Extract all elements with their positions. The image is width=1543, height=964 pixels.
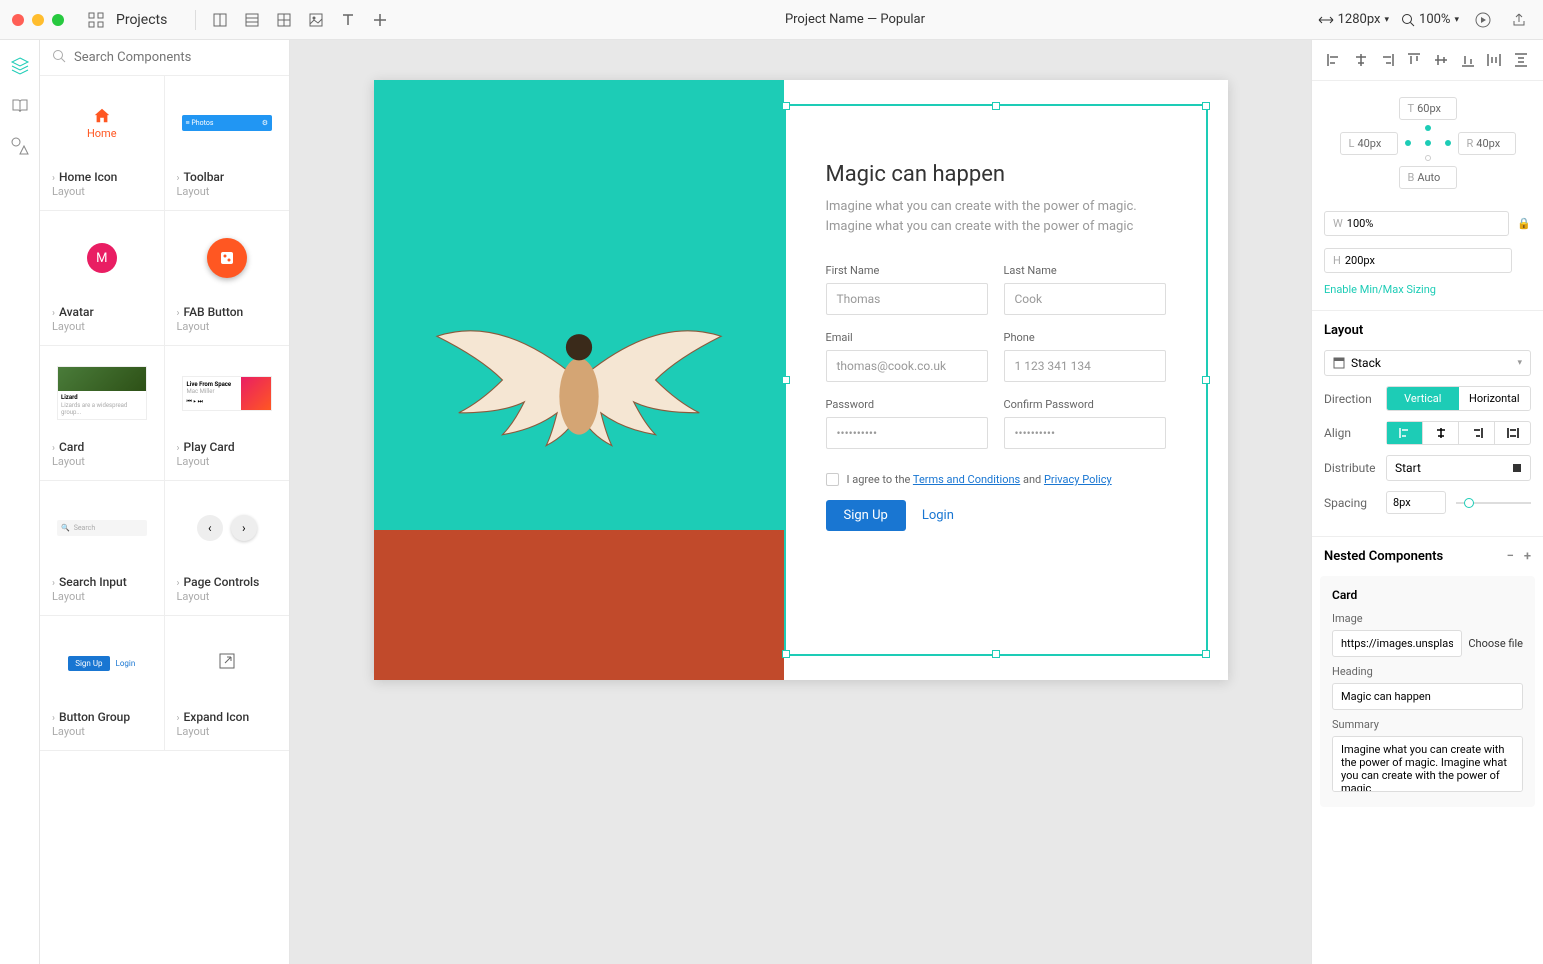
components-panel: Home ›Home Icon Layout ≡ Photos⚙ ›Toolba… bbox=[40, 40, 290, 964]
image-url-input[interactable] bbox=[1332, 630, 1462, 657]
email-input[interactable]: thomas@cook.co.uk bbox=[826, 350, 988, 382]
phone-label: Phone bbox=[1004, 331, 1166, 344]
heading-input[interactable] bbox=[1332, 683, 1523, 710]
distribute-v-icon[interactable] bbox=[1511, 50, 1531, 70]
phone-input[interactable]: 1 123 341 134 bbox=[1004, 350, 1166, 382]
rows-tool-icon[interactable] bbox=[240, 8, 264, 32]
align-left-icon[interactable] bbox=[1324, 50, 1344, 70]
canvas-area[interactable]: Magic can happen Imagine what you can cr… bbox=[290, 40, 1311, 964]
text-tool-icon[interactable] bbox=[336, 8, 360, 32]
padding-bottom-input[interactable]: BAuto bbox=[1399, 166, 1457, 189]
grid-tool-icon[interactable] bbox=[272, 8, 296, 32]
search-components-input[interactable] bbox=[74, 50, 277, 65]
library-icon[interactable] bbox=[10, 96, 30, 116]
nested-card-title: Card bbox=[1332, 588, 1523, 602]
form-summary: Imagine what you can create with the pow… bbox=[826, 197, 1166, 236]
agree-checkbox[interactable] bbox=[826, 473, 839, 486]
canvas-width-control[interactable]: 1280px ▾ bbox=[1318, 12, 1389, 27]
signup-form-selected[interactable]: Magic can happen Imagine what you can cr… bbox=[784, 104, 1208, 656]
minimize-window[interactable] bbox=[32, 14, 44, 26]
login-link[interactable]: Login bbox=[922, 508, 954, 523]
signup-button[interactable]: Sign Up bbox=[826, 500, 906, 531]
password-input[interactable]: •••••••••• bbox=[826, 417, 988, 449]
nested-card-section: Card Image Choose file Heading Summary bbox=[1320, 576, 1535, 807]
distribute-select[interactable]: Start bbox=[1386, 455, 1531, 481]
spacing-slider[interactable] bbox=[1456, 502, 1531, 504]
component-expand-icon[interactable]: ›Expand Icon Layout bbox=[165, 616, 290, 750]
lock-aspect-icon[interactable]: 🔒 bbox=[1517, 217, 1531, 230]
email-label: Email bbox=[826, 331, 988, 344]
first-name-label: First Name bbox=[826, 264, 988, 277]
password-label: Password bbox=[826, 398, 988, 411]
distribute-h-icon[interactable] bbox=[1484, 50, 1504, 70]
align-segmented[interactable] bbox=[1386, 421, 1531, 445]
padding-left-input[interactable]: L40px bbox=[1340, 132, 1398, 155]
layers-icon[interactable] bbox=[10, 56, 30, 76]
artboard[interactable]: Magic can happen Imagine what you can cr… bbox=[374, 80, 1228, 680]
form-heading: Magic can happen bbox=[826, 162, 1166, 187]
align-hcenter-icon[interactable] bbox=[1351, 50, 1371, 70]
align-vcenter-icon[interactable] bbox=[1431, 50, 1451, 70]
share-icon[interactable] bbox=[1507, 8, 1531, 32]
component-home-icon[interactable]: Home ›Home Icon Layout bbox=[40, 76, 165, 210]
layout-mode-select[interactable]: Stack ▾ bbox=[1324, 350, 1531, 376]
component-toolbar[interactable]: ≡ Photos⚙ ›Toolbar Layout bbox=[165, 76, 290, 210]
summary-textarea[interactable] bbox=[1332, 736, 1523, 792]
search-icon bbox=[52, 48, 66, 67]
align-top-icon[interactable] bbox=[1404, 50, 1424, 70]
height-input[interactable]: H200px bbox=[1324, 248, 1512, 273]
projects-grid-icon[interactable] bbox=[84, 8, 108, 32]
padding-constraints-icon[interactable] bbox=[1408, 128, 1448, 158]
direction-segmented[interactable]: Vertical Horizontal bbox=[1386, 386, 1531, 411]
layout-section-title: Layout bbox=[1324, 323, 1531, 338]
privacy-link[interactable]: Privacy Policy bbox=[1044, 473, 1112, 486]
component-play-card[interactable]: Live From SpaceMac Miller⏮ ▸ ⏭ ›Play Car… bbox=[165, 346, 290, 480]
component-avatar[interactable]: M ›Avatar Layout bbox=[40, 211, 165, 345]
padding-right-input[interactable]: R40px bbox=[1458, 132, 1516, 155]
projects-label[interactable]: Projects bbox=[116, 12, 167, 28]
component-page-controls[interactable]: ‹› ›Page Controls Layout bbox=[165, 481, 290, 615]
align-center-icon[interactable] bbox=[1423, 422, 1459, 444]
app-toolbar: Projects Project Name — Popular 1280px ▾… bbox=[0, 0, 1543, 40]
close-window[interactable] bbox=[12, 14, 24, 26]
align-end-icon[interactable] bbox=[1459, 422, 1495, 444]
image-tool-icon[interactable] bbox=[304, 8, 328, 32]
play-preview-icon[interactable] bbox=[1471, 8, 1495, 32]
properties-panel: T60px L40px R40px BAuto W100% 🔒 H200px bbox=[1311, 40, 1543, 964]
spacing-input[interactable] bbox=[1386, 491, 1446, 514]
direction-vertical[interactable]: Vertical bbox=[1387, 387, 1459, 410]
left-icon-rail bbox=[0, 40, 40, 964]
first-name-input[interactable]: Thomas bbox=[826, 283, 988, 315]
choose-file-button[interactable]: Choose file bbox=[1468, 637, 1523, 650]
component-card[interactable]: LizardLizards are a widespread group... … bbox=[40, 346, 165, 480]
padding-top-input[interactable]: T60px bbox=[1399, 97, 1457, 120]
component-search-input[interactable]: 🔍Search ›Search Input Layout bbox=[40, 481, 165, 615]
last-name-input[interactable]: Cook bbox=[1004, 283, 1166, 315]
width-input[interactable]: W100% bbox=[1324, 211, 1509, 236]
add-nested-icon[interactable]: + bbox=[1524, 549, 1531, 564]
frame-tool-icon[interactable] bbox=[208, 8, 232, 32]
direction-horizontal[interactable]: Horizontal bbox=[1459, 387, 1531, 410]
add-tool-icon[interactable] bbox=[368, 8, 392, 32]
confirm-password-label: Confirm Password bbox=[1004, 398, 1166, 411]
document-title: Project Name — Popular bbox=[392, 12, 1317, 27]
minmax-link[interactable]: Enable Min/Max Sizing bbox=[1312, 279, 1543, 311]
component-button-group[interactable]: Sign UpLogin ›Button Group Layout bbox=[40, 616, 165, 750]
zoom-control[interactable]: 100% ▾ bbox=[1401, 12, 1459, 27]
maximize-window[interactable] bbox=[52, 14, 64, 26]
hero-image bbox=[374, 80, 784, 680]
align-stretch-icon[interactable] bbox=[1495, 422, 1530, 444]
terms-link[interactable]: Terms and Conditions bbox=[913, 473, 1020, 486]
component-fab-button[interactable]: ›FAB Button Layout bbox=[165, 211, 290, 345]
nested-components-title: Nested Components bbox=[1324, 549, 1443, 564]
align-right-icon[interactable] bbox=[1377, 50, 1397, 70]
align-bottom-icon[interactable] bbox=[1458, 50, 1478, 70]
remove-nested-icon[interactable]: − bbox=[1507, 549, 1514, 564]
shapes-icon[interactable] bbox=[10, 136, 30, 156]
align-start-icon[interactable] bbox=[1387, 422, 1423, 444]
last-name-label: Last Name bbox=[1004, 264, 1166, 277]
confirm-password-input[interactable]: •••••••••• bbox=[1004, 417, 1166, 449]
window-controls bbox=[12, 14, 64, 26]
